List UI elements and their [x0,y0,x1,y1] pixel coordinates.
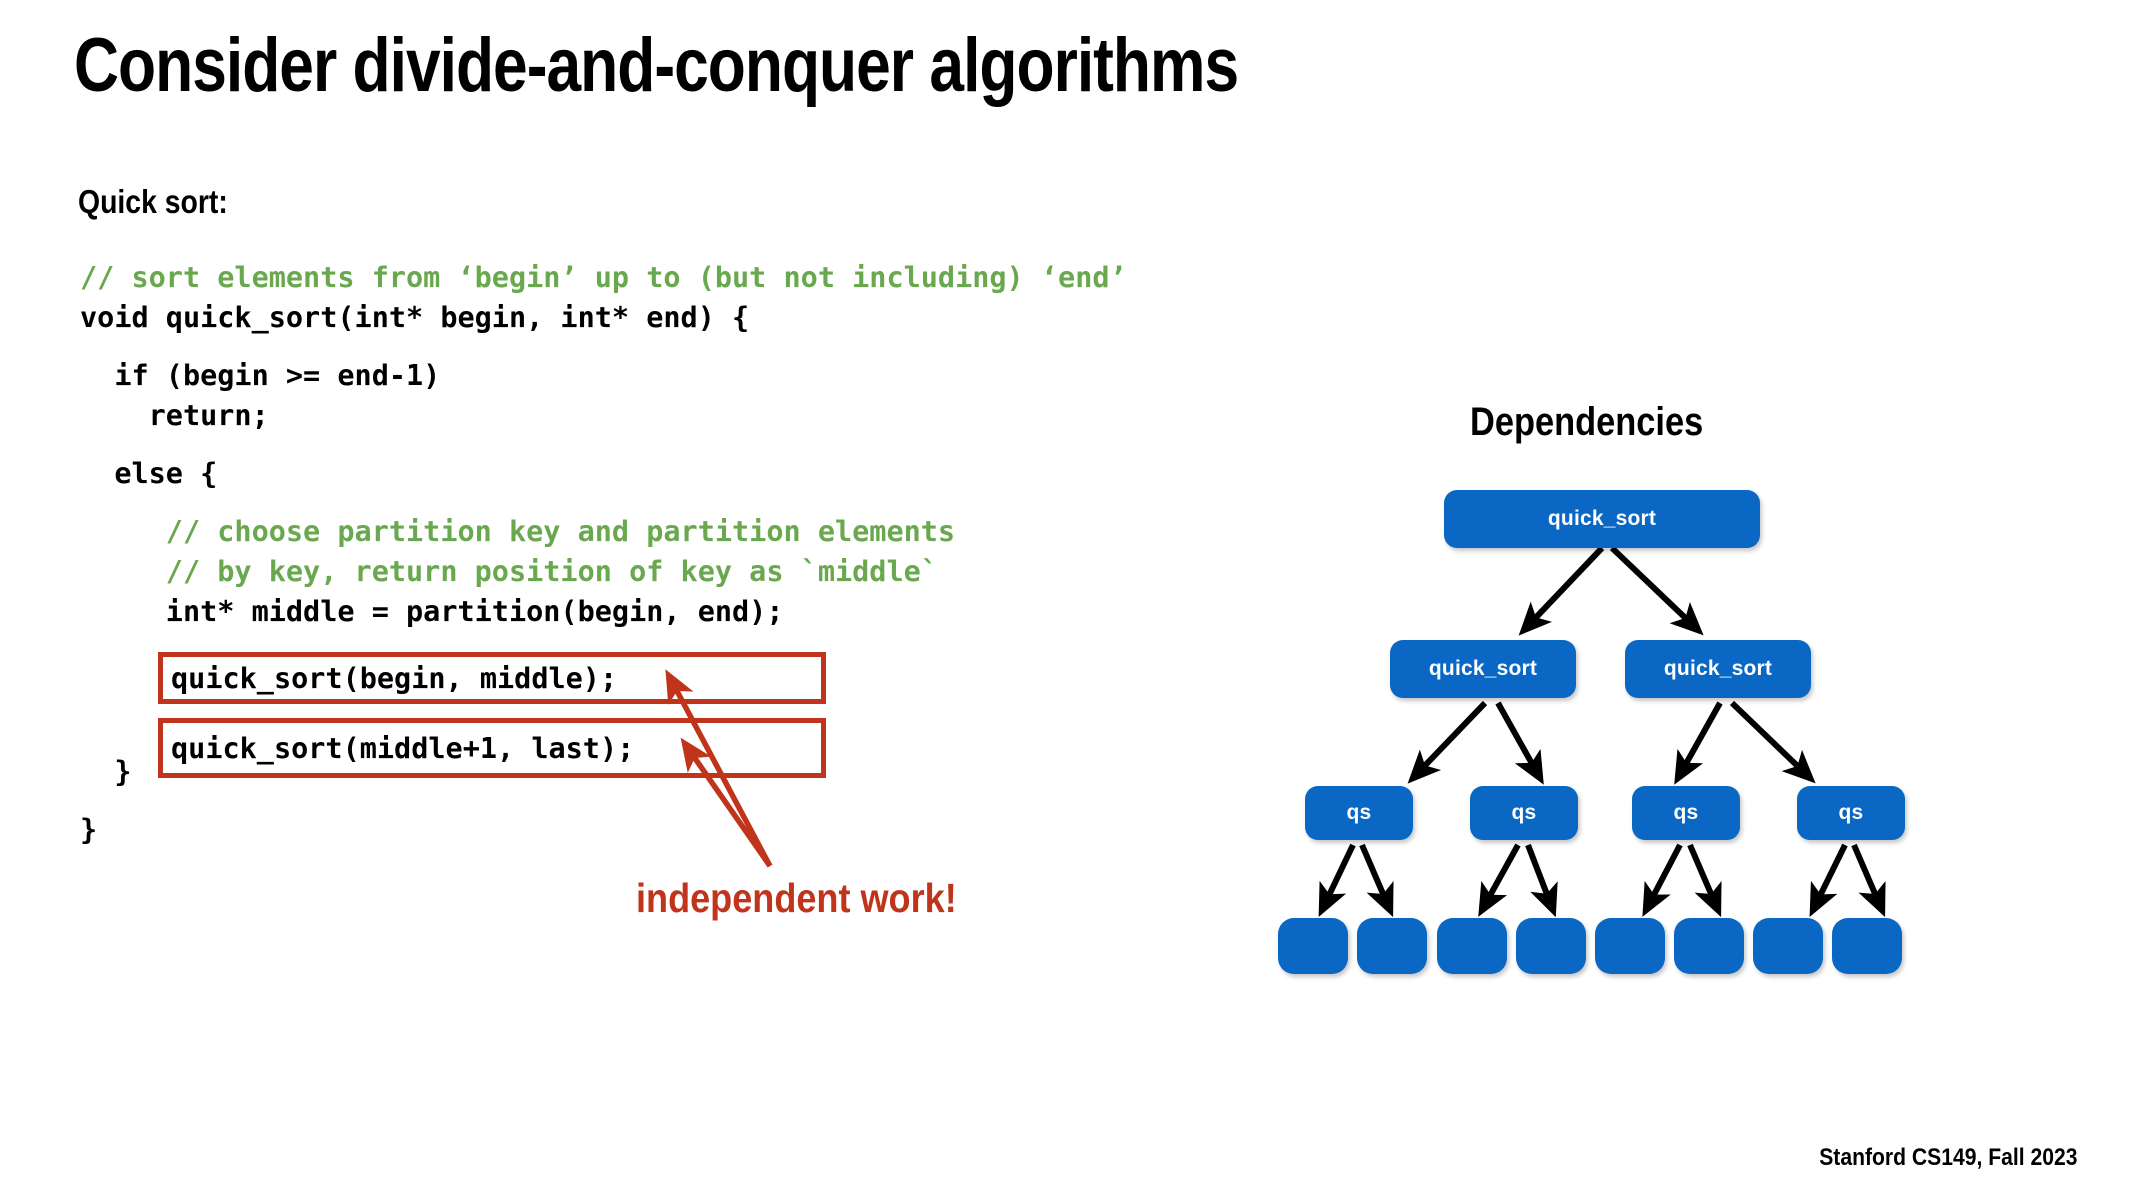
tree-node: qs [1470,786,1578,840]
section-subhead: Quick sort: [78,183,228,220]
dependencies-title: Dependencies [1470,400,1704,444]
code-line: void quick_sort(int* begin, int* end) { [80,301,750,334]
tree-node-leaf [1595,918,1665,974]
tree-node: qs [1797,786,1905,840]
dependency-tree: quick_sort quick_sort quick_sort qs qs qs qs [1250,470,1970,1000]
slide-footer: Stanford CS149, Fall 2023 [1818,1144,2077,1171]
independent-work-callout: independent work! [636,875,957,921]
code-line: // choose partition key and partition el… [80,515,956,548]
code-line: if (begin >= end-1) [80,359,441,392]
code-line: // by key, return position of key as `mi… [80,555,938,588]
tree-node: quick_sort [1390,640,1576,698]
tree-node-leaf [1674,918,1744,974]
tree-node-leaf [1516,918,1586,974]
tree-node-leaf [1753,918,1823,974]
tree-node-leaf [1832,918,1902,974]
code-line: // sort elements from ‘begin’ up to (but… [80,261,1127,294]
tree-node: quick_sort [1444,490,1760,548]
slide-canvas: Consider divide-and-conquer algorithms Q… [0,0,2133,1200]
tree-node: qs [1305,786,1413,840]
tree-node-leaf [1437,918,1507,974]
page-title: Consider divide-and-conquer algorithms [74,23,1239,108]
tree-node-leaf [1278,918,1348,974]
tree-node: quick_sort [1625,640,1811,698]
callout-arrows [665,669,773,868]
arrow-to-second-call [680,737,773,868]
tree-node-leaf [1357,918,1427,974]
arrow-to-first-call [665,669,773,868]
code-line: int* middle = partition(begin, end); [80,595,784,628]
code-line: else { [80,457,218,490]
tree-node: qs [1632,786,1740,840]
code-line: return; [80,399,269,432]
